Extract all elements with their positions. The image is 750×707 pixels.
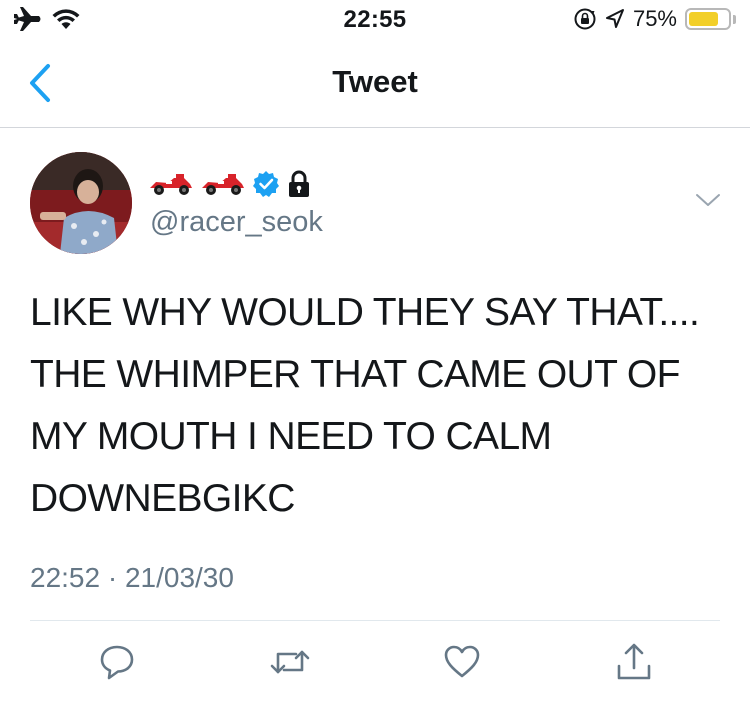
status-right: 75% xyxy=(573,6,736,32)
tweet-text: LIKE WHY WOULD THEY SAY THAT.... THE WHI… xyxy=(30,291,700,520)
share-button[interactable] xyxy=(612,640,656,684)
lock-icon xyxy=(289,170,309,197)
like-button[interactable] xyxy=(440,640,484,684)
chevron-down-icon xyxy=(696,194,720,206)
avatar-photo xyxy=(30,152,132,254)
verified-badge-icon xyxy=(253,171,279,197)
status-bar: 22:55 75% xyxy=(0,0,750,40)
user-handle[interactable]: @racer_seok xyxy=(150,206,323,239)
battery-percent: 75% xyxy=(632,6,677,31)
page-title: Tweet xyxy=(332,64,418,99)
like-icon xyxy=(444,645,480,678)
tweet-detail-screen: 22:55 75% Tweet @racer_seok LIKE WHY WOU… xyxy=(0,0,750,707)
rotation-lock-icon xyxy=(574,8,596,30)
racing-car-icon xyxy=(150,174,192,195)
tweet-options-button[interactable] xyxy=(694,190,722,210)
reply-icon xyxy=(100,645,134,680)
battery-cap xyxy=(733,14,736,24)
tweet-timestamp[interactable]: 22:52 · 21/03/30 xyxy=(30,562,234,594)
display-name[interactable] xyxy=(148,168,312,200)
battery-level xyxy=(689,12,718,26)
nav-bar: Tweet xyxy=(0,40,750,128)
tweet-actions xyxy=(0,640,750,690)
location-icon xyxy=(605,9,624,28)
retweet-button[interactable] xyxy=(268,640,312,684)
avatar[interactable] xyxy=(30,152,132,254)
reply-button[interactable] xyxy=(95,640,139,684)
divider xyxy=(30,620,720,621)
share-icon xyxy=(617,643,651,680)
racing-car-icon xyxy=(202,174,244,195)
retweet-icon xyxy=(270,650,310,674)
battery-icon xyxy=(685,8,731,30)
